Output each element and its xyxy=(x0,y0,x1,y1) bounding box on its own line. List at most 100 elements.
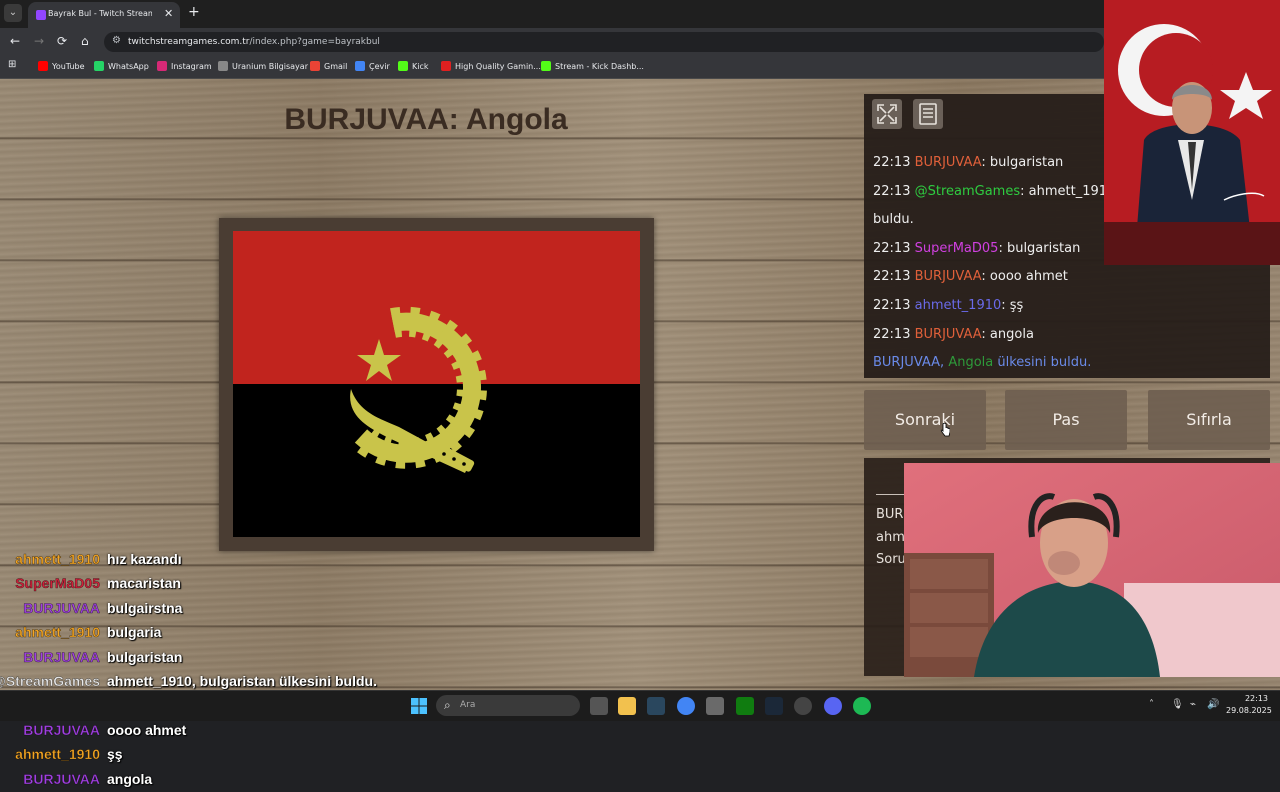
overlay-chat-row: BURJUVAA oooo ahmet xyxy=(0,719,440,743)
overlay-chat-username: ahmett_1910 xyxy=(15,624,100,641)
overlay-chat-row: ahmett_1910 bulgaria xyxy=(0,621,440,645)
next-button[interactable]: Sonraki xyxy=(864,390,986,450)
overlay-chat-text: bulgaristan xyxy=(107,648,183,665)
bookmark-favicon-icon xyxy=(541,61,551,71)
info-text: BUR ahm Soru xyxy=(876,507,906,567)
bookmark-item[interactable]: Gmail xyxy=(310,61,347,71)
bookmark-item[interactable]: Uranium Bilgisayar xyxy=(218,61,308,71)
reload-icon[interactable]: ⟳ xyxy=(57,34,67,48)
overlay-chat-row: BURJUVAA bulgairstna xyxy=(0,597,440,621)
chat-separator: : xyxy=(981,269,990,285)
chat-time: 22:13 xyxy=(873,297,911,313)
chrome-icon[interactable] xyxy=(677,697,695,715)
chat-separator: : xyxy=(998,240,1007,256)
bookmark-item[interactable]: Çevir xyxy=(355,61,390,71)
bookmark-item[interactable]: Instagram xyxy=(157,61,212,71)
overlay-chat-row: ahmett_1910 şş xyxy=(0,743,440,767)
new-tab-button[interactable]: + xyxy=(188,4,200,20)
ataturk-portrait-overlay xyxy=(1104,0,1280,265)
reset-button[interactable]: Sıfırla xyxy=(1148,390,1270,450)
overlay-chat-username: BURJUVAA xyxy=(23,599,100,617)
webcam-overlay xyxy=(904,463,1280,677)
spotify-icon[interactable] xyxy=(853,697,871,715)
chat-username: BURJUVAA xyxy=(914,269,982,285)
tab-close-icon[interactable]: ✕ xyxy=(164,7,173,20)
bookmark-label: High Quality Gamin... xyxy=(455,62,541,71)
task-view-icon[interactable] xyxy=(590,697,608,715)
network-icon[interactable]: ⌁ xyxy=(1190,699,1196,710)
site-info-icon[interactable]: ⚙ xyxy=(112,35,121,46)
tab-search-button[interactable]: ⌄ xyxy=(4,4,22,22)
chat-time: 22:13 xyxy=(873,269,911,285)
search-placeholder: Ara xyxy=(460,700,476,710)
bookmark-item[interactable]: High Quality Gamin... xyxy=(441,61,541,71)
chat-separator: : xyxy=(1001,297,1010,313)
bookmark-item[interactable]: Stream - Kick Dashb... xyxy=(541,61,644,71)
overlay-chat-username: BURJUVAA xyxy=(23,648,100,665)
discord-icon[interactable] xyxy=(824,697,842,715)
windows-taskbar: ⌕ Ara ˄ 🎙 ⌁ 🔊 22:13 29.08.2025 xyxy=(0,690,1280,721)
browser-tab-bar: ⌄ Bayrak Bul - Twitch Stream ✕ + xyxy=(0,0,1280,28)
flag-frame xyxy=(219,218,654,551)
bookmark-favicon-icon xyxy=(218,61,228,71)
overlay-chat-text: bulgaria xyxy=(107,624,162,641)
overlay-chat-row: BURJUVAA angola xyxy=(0,768,440,792)
steam-icon[interactable] xyxy=(647,697,665,715)
chat-username: @StreamGames xyxy=(914,183,1021,199)
fullscreen-icon xyxy=(877,104,897,124)
chat-separator: : xyxy=(1020,183,1029,199)
divider xyxy=(876,494,904,495)
store-icon[interactable] xyxy=(706,697,724,715)
bookmark-label: YouTube xyxy=(52,62,85,71)
bookmark-label: Kick xyxy=(412,62,429,71)
volume-icon[interactable]: 🔊 xyxy=(1207,699,1219,710)
overlay-chat-text: hız kazandı xyxy=(107,551,182,567)
angola-flag xyxy=(233,231,640,537)
overlay-chat-username: BURJUVAA xyxy=(23,721,100,738)
chat-text: bulgaristan xyxy=(1006,240,1081,256)
apps-grid-icon[interactable]: ⊞ xyxy=(8,59,16,70)
chat-separator: : xyxy=(981,326,990,342)
notes-button[interactable] xyxy=(913,99,943,129)
address-bar[interactable]: ⚙ twitchstreamgames.com.tr/index.php?gam… xyxy=(104,32,1104,52)
bookmark-favicon-icon xyxy=(355,61,365,71)
clock[interactable]: 22:13 29.08.2025 xyxy=(1226,693,1272,717)
bookmark-label: Çevir xyxy=(369,62,390,71)
chat-message: 22:13 BURJUVAA: oooo ahmet xyxy=(873,263,1268,292)
chat-time: 22:13 xyxy=(873,240,911,256)
forward-icon[interactable]: → xyxy=(34,34,44,48)
back-icon[interactable]: ← xyxy=(10,34,20,48)
bookmark-item[interactable]: Kick xyxy=(398,61,429,71)
bookmark-label: WhatsApp xyxy=(108,62,149,71)
taskbar-search[interactable]: ⌕ Ara xyxy=(436,695,580,716)
bookmark-label: Instagram xyxy=(171,62,212,71)
overlay-chat-row: SuperMaD05 macaristan xyxy=(0,572,440,596)
chat-username: BURJUVAA xyxy=(914,326,982,342)
result-suffix: ülkesini buldu. xyxy=(997,355,1092,371)
windows-start-icon[interactable] xyxy=(411,698,427,714)
overlay-chat-text: ahmett_1910, bulgaristan ülkesini buldu. xyxy=(107,672,377,689)
home-icon[interactable]: ⌂ xyxy=(81,34,89,48)
bookmark-item[interactable]: WhatsApp xyxy=(94,61,149,71)
chat-text: bulgaristan xyxy=(989,155,1064,170)
bookmark-item[interactable]: YouTube xyxy=(38,61,85,71)
pass-button[interactable]: Pas xyxy=(1005,390,1127,450)
obs-icon[interactable] xyxy=(794,697,812,715)
xbox-icon[interactable] xyxy=(736,697,754,715)
overlay-chat-text: macaristan xyxy=(107,575,181,592)
steam-alt-icon[interactable] xyxy=(765,697,783,715)
file-explorer-icon[interactable] xyxy=(618,697,636,715)
chat-message: 22:13 BURJUVAA: angola xyxy=(873,321,1268,350)
fullscreen-button[interactable] xyxy=(872,99,902,129)
chat-message: 22:13 ahmett_1910: şş xyxy=(873,292,1268,321)
hand-cursor-icon xyxy=(940,423,950,437)
bookmark-label: Uranium Bilgisayar xyxy=(232,62,308,71)
overlay-chat-username: @StreamGames xyxy=(0,672,100,690)
chat-username: SuperMaD05 xyxy=(914,240,999,256)
overlay-chat-text: angola xyxy=(107,770,153,787)
microphone-icon[interactable]: 🎙 xyxy=(1171,699,1184,710)
active-tab[interactable]: Bayrak Bul - Twitch Stream ✕ xyxy=(28,2,180,28)
search-icon: ⌕ xyxy=(444,698,451,712)
tray-chevron-icon[interactable]: ˄ xyxy=(1149,699,1154,710)
overlay-chat-text: oooo ahmet xyxy=(107,721,187,738)
